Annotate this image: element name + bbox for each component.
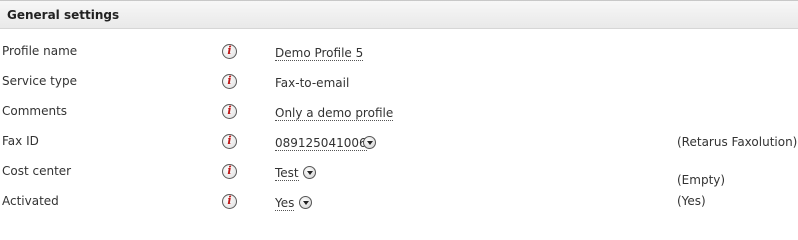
cost-center-chevron-down-icon[interactable]: [303, 166, 316, 179]
cost-center-label: Cost center: [2, 164, 72, 178]
fax-id-note: (Retarus Faxolution): [677, 135, 798, 149]
section-header: General settings: [0, 0, 798, 29]
info-icon[interactable]: i: [222, 104, 237, 119]
info-icon[interactable]: i: [222, 164, 237, 179]
section-title: General settings: [7, 8, 120, 22]
info-icon[interactable]: i: [222, 194, 237, 209]
fax-id-value[interactable]: 089125041006: [275, 136, 367, 151]
row-profile-name: Profile name i Demo Profile 5: [0, 41, 798, 71]
info-icon[interactable]: i: [222, 134, 237, 149]
profile-name-label: Profile name: [2, 44, 78, 58]
service-type-label: Service type: [2, 74, 77, 88]
comments-value[interactable]: Only a demo profile: [275, 106, 394, 121]
info-icon[interactable]: i: [222, 44, 237, 59]
row-service-type: Service type i Fax-to-email: [0, 71, 798, 101]
row-activated: Activated i Yes (Yes): [0, 191, 798, 218]
fax-id-chevron-down-icon[interactable]: [363, 136, 376, 149]
cost-center-value[interactable]: Test: [275, 166, 299, 181]
fax-id-label: Fax ID: [2, 134, 39, 148]
info-icon[interactable]: i: [222, 74, 237, 89]
cost-center-note: (Empty): [677, 173, 726, 187]
activated-chevron-down-icon[interactable]: [299, 196, 312, 209]
row-fax-id: Fax ID i 089125041006 (Retarus Faxolutio…: [0, 131, 798, 161]
activated-value[interactable]: Yes: [275, 196, 295, 211]
activated-note: (Yes): [677, 194, 706, 208]
activated-label: Activated: [2, 194, 59, 208]
general-settings-panel: General settings Profile name i Demo Pro…: [0, 0, 798, 218]
row-cost-center: Cost center i Test (Empty): [0, 161, 798, 191]
row-comments: Comments i Only a demo profile: [0, 101, 798, 131]
comments-label: Comments: [2, 104, 68, 118]
profile-name-value[interactable]: Demo Profile 5: [275, 46, 364, 61]
service-type-value: Fax-to-email: [275, 76, 350, 90]
